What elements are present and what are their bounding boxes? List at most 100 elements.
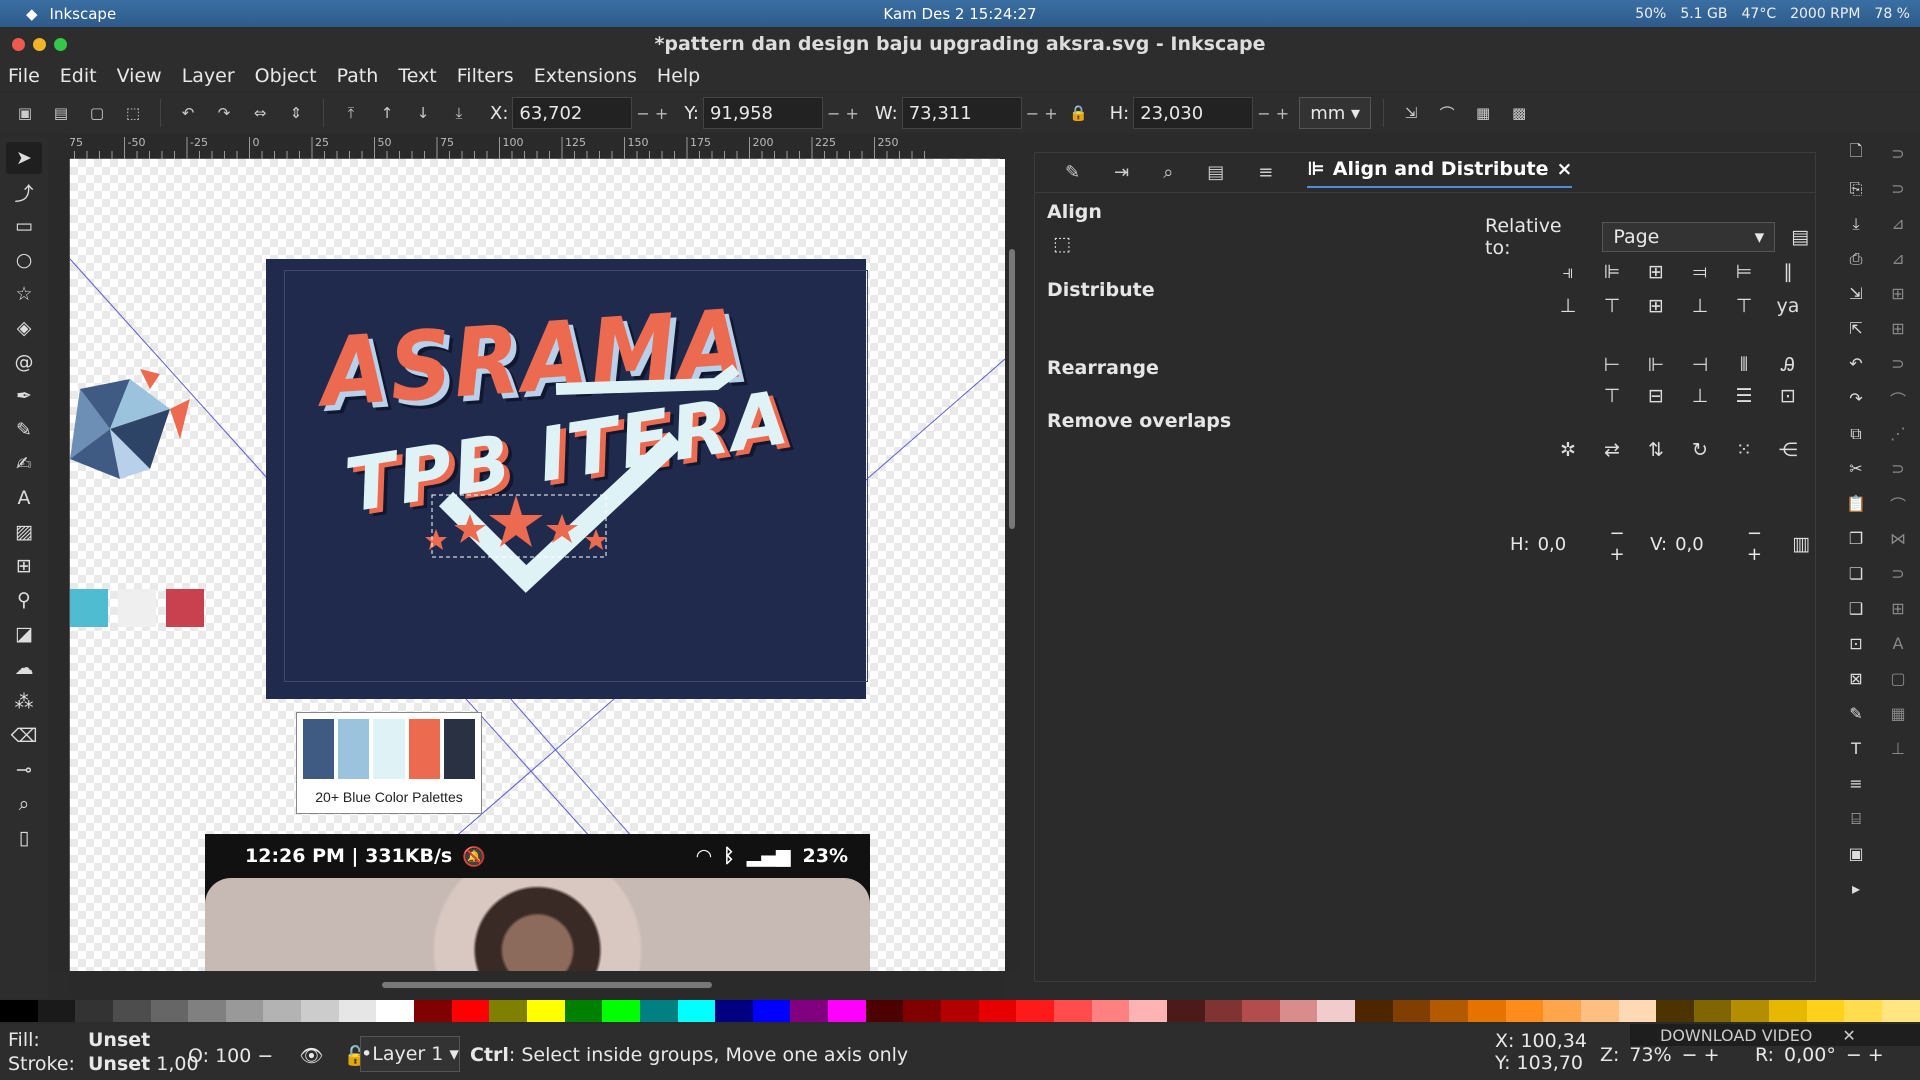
deselect-icon[interactable]: ▢	[82, 98, 112, 128]
text-font-icon[interactable]: T	[1851, 735, 1861, 762]
bezier-tool-icon[interactable]: ✒	[6, 380, 42, 412]
ellipse-tool-icon[interactable]: ○	[6, 244, 42, 276]
battery-indicator[interactable]: 78 %	[1874, 6, 1910, 22]
scale-stroke-icon[interactable]: ⇲	[1396, 98, 1426, 128]
open-icon[interactable]: ⎘	[1850, 175, 1863, 202]
zoom-stepper[interactable]: − +	[1682, 1044, 1720, 1066]
color-swatch[interactable]	[1731, 1000, 1770, 1022]
color-swatch[interactable]	[1580, 1000, 1619, 1022]
distribute-bottom-icon[interactable]: ⊥	[1685, 381, 1715, 411]
triangle-pattern[interactable]	[70, 369, 190, 489]
exchange-clockwise-icon[interactable]: ↻	[1685, 435, 1715, 465]
raise-to-top-icon[interactable]: ⤒	[336, 98, 366, 128]
menu-filters[interactable]: Filters	[457, 65, 514, 87]
calligraphy-tool-icon[interactable]: ✍	[6, 448, 42, 480]
align-bottom-edges-icon[interactable]: ⊥	[1685, 291, 1715, 321]
h-stepper[interactable]: − +	[1257, 104, 1289, 123]
color-swatch[interactable]	[1129, 1000, 1167, 1022]
color-swatch[interactable]	[1279, 1000, 1318, 1022]
snap-guide-icon[interactable]: ⊥	[1891, 735, 1905, 762]
color-swatch[interactable]	[1091, 1000, 1130, 1022]
cut-icon[interactable]: ✂	[1849, 455, 1862, 482]
color-swatch[interactable]	[376, 1000, 415, 1022]
color-swatch[interactable]	[1806, 1000, 1845, 1022]
swatch[interactable]	[166, 589, 204, 627]
spiral-tool-icon[interactable]: @	[6, 346, 42, 378]
color-swatch[interactable]	[1317, 1000, 1356, 1022]
3d-box-tool-icon[interactable]: ◈	[6, 312, 42, 344]
snap-grid-icon[interactable]: ▦	[1890, 700, 1905, 727]
text-tool-icon[interactable]: A	[6, 482, 42, 514]
distribute-gaps-v-icon[interactable]: ☰	[1729, 381, 1759, 411]
color-swatch[interactable]	[1844, 1000, 1883, 1022]
gradient-tool-icon[interactable]: ▨	[6, 516, 42, 548]
snap-smooth-icon[interactable]: ⌒	[1890, 490, 1906, 517]
color-swatch[interactable]	[1693, 1000, 1732, 1022]
align-left-to-right-icon[interactable]: ⊨	[1729, 257, 1759, 287]
unit-select[interactable]: mm ▾	[1299, 97, 1372, 129]
color-swatch[interactable]	[790, 1000, 829, 1022]
snap-page-icon[interactable]: ▢	[1890, 665, 1905, 692]
align-left-edges-icon[interactable]: ⊫	[1597, 257, 1627, 287]
system-app-name[interactable]: Inkscape	[50, 5, 117, 23]
move-selection-icon[interactable]: ▤	[1785, 222, 1815, 252]
color-swatch[interactable]	[1769, 1000, 1807, 1022]
export-icon[interactable]: ⇱	[1849, 315, 1862, 342]
distribute-baselines-v-icon[interactable]: ⊡	[1773, 381, 1803, 411]
align-text-anchor-icon[interactable]: ∥	[1773, 257, 1803, 287]
star-tool-icon[interactable]: ☆	[6, 278, 42, 310]
distribute-top-icon[interactable]: ⊤	[1597, 381, 1627, 411]
exchange-selection-order-icon[interactable]: ⇄	[1597, 435, 1627, 465]
raise-icon[interactable]: ↑	[372, 98, 402, 128]
color-swatch[interactable]	[338, 1000, 377, 1022]
color-swatch[interactable]	[1430, 1000, 1468, 1022]
eraser-tool-icon[interactable]: ⌫	[6, 720, 42, 752]
ungroup-icon[interactable]: ⊠	[1849, 665, 1862, 692]
mesh-tool-icon[interactable]: ⊞	[6, 550, 42, 582]
phone-screenshot-image[interactable]: 12:26 PM | 331KB/s 🔕 ◠ ᛒ ▂▄▆ 23%	[205, 834, 870, 971]
color-swatch[interactable]	[188, 1000, 226, 1022]
zoom-input[interactable]: 73%	[1629, 1044, 1671, 1066]
align-bottom-to-top-icon[interactable]: ⊥	[1553, 291, 1583, 321]
y-stepper[interactable]: − +	[827, 104, 859, 123]
distribute-baselines-h-icon[interactable]: Ꭿ	[1773, 350, 1803, 380]
color-swatch[interactable]	[1355, 1000, 1393, 1022]
snap-midpoints-icon[interactable]: ⊞	[1891, 280, 1904, 307]
color-swatch[interactable]	[1166, 1000, 1205, 1022]
menu-layer[interactable]: Layer	[182, 65, 235, 87]
flip-horizontal-icon[interactable]: ⇔	[245, 98, 275, 128]
layers-tab-icon[interactable]: ≡	[1258, 162, 1273, 183]
color-swatch[interactable]	[1204, 1000, 1243, 1022]
overlap-h-stepper[interactable]: − +	[1609, 523, 1642, 565]
menu-view[interactable]: View	[117, 65, 162, 87]
group-icon[interactable]: ⊡	[1849, 630, 1862, 657]
snap-object-mid-icon[interactable]: ⊃	[1891, 560, 1904, 587]
color-swatch[interactable]	[75, 1000, 113, 1022]
tweak-tool-icon[interactable]: ☁	[6, 652, 42, 684]
color-swatch[interactable]	[1656, 1000, 1694, 1022]
color-swatch[interactable]	[865, 1000, 904, 1022]
chevron-stars-graphic[interactable]	[266, 259, 866, 699]
scale-corners-icon[interactable]: ⌒	[1432, 98, 1462, 128]
color-swatch[interactable]	[1505, 1000, 1544, 1022]
swatch[interactable]	[70, 589, 108, 627]
distribute-gaps-h-icon[interactable]: ⫴	[1729, 350, 1759, 380]
opacity-stepper[interactable]: −	[257, 1045, 273, 1067]
import-icon[interactable]: ⇲	[1849, 280, 1862, 307]
color-swatch[interactable]	[263, 1000, 302, 1022]
color-swatch[interactable]	[1053, 1000, 1092, 1022]
undo-icon[interactable]: ↶	[1849, 350, 1862, 377]
tab-align-distribute[interactable]: ⊫ Align and Distribute ×	[1307, 158, 1573, 188]
more-icon[interactable]: ▸	[1852, 875, 1860, 902]
snap-corners-icon[interactable]: ⊿	[1891, 245, 1904, 272]
dropper-tool-icon[interactable]: ⚲	[6, 584, 42, 616]
rotate-cw-icon[interactable]: ↷	[209, 98, 239, 128]
color-swatch[interactable]	[301, 1000, 339, 1022]
center-vertical-axis-icon[interactable]: ⊞	[1641, 257, 1671, 287]
lower-icon[interactable]: ↓	[408, 98, 438, 128]
move-gradients-icon[interactable]: ▦	[1468, 98, 1498, 128]
w-stepper[interactable]: − +	[1026, 104, 1058, 123]
color-swatch[interactable]	[0, 1000, 38, 1022]
x-input[interactable]: 63,702	[512, 97, 633, 129]
drawing-canvas[interactable]: ASRAMA TPB ITERA 20+ Blue Color Palettes…	[70, 159, 1005, 971]
